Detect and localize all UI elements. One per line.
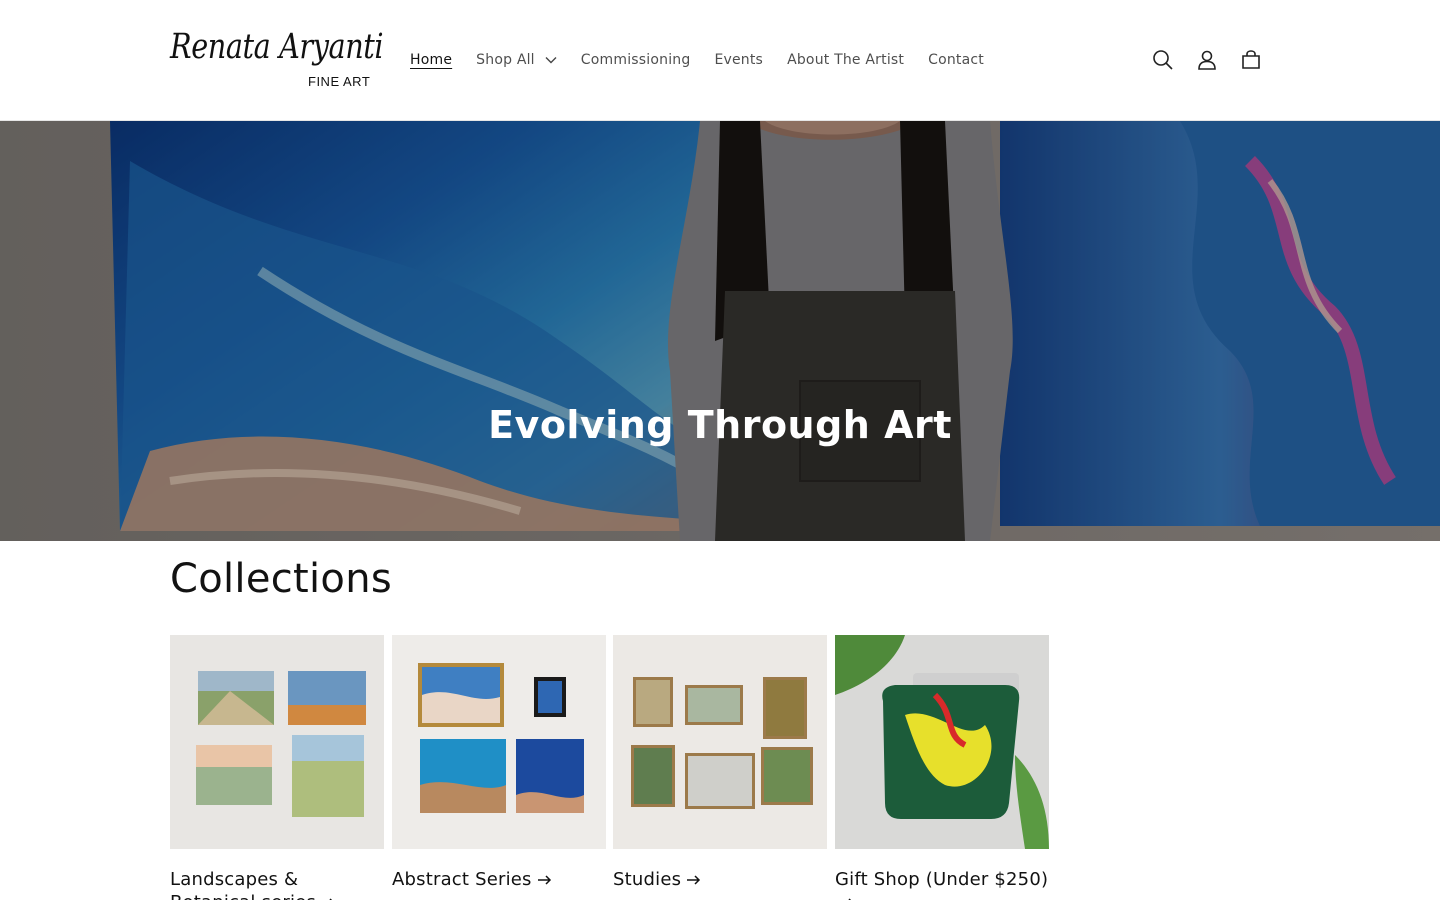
brand-logo[interactable]: Renata Aryanti FINE ART xyxy=(170,26,384,94)
cart-icon xyxy=(1242,50,1260,69)
collection-title-gift-shop[interactable]: Gift Shop (Under $250) xyxy=(835,868,1049,900)
cart-button[interactable] xyxy=(1229,38,1273,82)
collection-image-landscapes xyxy=(170,635,384,849)
collection-card-studies[interactable]: Studies xyxy=(613,635,827,891)
collection-label: Abstract Series xyxy=(392,869,532,890)
collection-title-abstract[interactable]: Abstract Series xyxy=(392,868,606,891)
collection-title-studies[interactable]: Studies xyxy=(613,868,827,891)
collection-image-abstract xyxy=(392,635,606,849)
collections-heading: Collections xyxy=(170,556,392,602)
account-button[interactable] xyxy=(1185,38,1229,82)
chevron-down-icon xyxy=(545,57,557,64)
nav-item-shop-all[interactable]: Shop All xyxy=(464,52,569,68)
site-header: Renata Aryanti FINE ART Home Shop All Co… xyxy=(0,0,1440,121)
logo-script: Renata Aryanti xyxy=(170,27,384,67)
collection-card-gift-shop[interactable]: Gift Shop (Under $250) xyxy=(835,635,1049,900)
account-icon xyxy=(1198,50,1216,70)
collection-label: Studies xyxy=(613,869,682,890)
nav-item-about[interactable]: About The Artist xyxy=(775,52,916,68)
hero-image xyxy=(0,121,1440,541)
collection-image-gift-shop xyxy=(835,635,1049,849)
collection-title-landscapes[interactable]: Landscapes & Botanical series xyxy=(170,868,384,900)
collection-label: Gift Shop (Under $250) xyxy=(835,869,1049,890)
arrow-right-icon xyxy=(687,875,701,885)
nav-item-home[interactable]: Home xyxy=(398,52,464,68)
nav-item-commissioning[interactable]: Commissioning xyxy=(569,52,703,68)
collection-image-studies xyxy=(613,635,827,849)
nav-item-contact[interactable]: Contact xyxy=(916,52,996,68)
hero-title: Evolving Through Art xyxy=(488,403,952,447)
main-nav: Home Shop All Commissioning Events About… xyxy=(398,44,996,76)
collection-card-abstract[interactable]: Abstract Series xyxy=(392,635,606,891)
hero-banner: Evolving Through Art xyxy=(0,121,1440,541)
nav-item-shop-all-label: Shop All xyxy=(476,52,535,68)
arrow-right-icon xyxy=(537,875,551,885)
search-button[interactable] xyxy=(1141,38,1185,82)
header-icons xyxy=(1141,38,1273,82)
collection-label: Landscapes & Botanical series xyxy=(170,869,316,900)
logo-subtitle: FINE ART xyxy=(308,74,371,89)
search-icon xyxy=(1153,50,1173,70)
collection-card-landscapes[interactable]: Landscapes & Botanical series xyxy=(170,635,384,900)
nav-item-events[interactable]: Events xyxy=(702,52,775,68)
